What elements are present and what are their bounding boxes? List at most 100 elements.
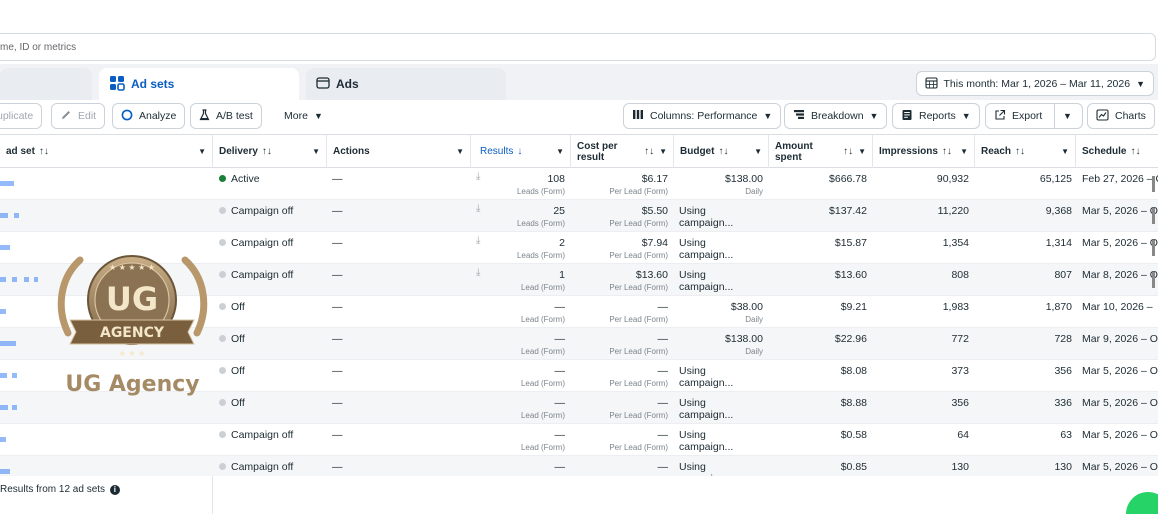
ad-set-name-redacted[interactable]	[0, 341, 16, 346]
chat-fab-button[interactable]	[1126, 492, 1158, 514]
column-header-schedule[interactable]: Schedule ↑↓	[1076, 135, 1158, 168]
ab-test-button[interactable]: A/B test	[190, 103, 262, 129]
column-header-delivery[interactable]: Delivery ↑↓ ▼	[213, 135, 327, 168]
schedule-cell: Mar 9, 2026 – O	[1082, 328, 1158, 360]
ad-set-name-redacted[interactable]	[34, 277, 38, 282]
table-row[interactable]: Campaign off — — Lead (Form) — Per Lead …	[0, 424, 1158, 456]
results-cell: — Lead (Form)	[480, 328, 565, 360]
column-header-results[interactable]: Results ↓ ▼	[471, 135, 571, 168]
search-input[interactable]	[0, 34, 1155, 60]
cost-value: —	[657, 333, 669, 345]
caret-down-icon[interactable]: ▼	[960, 147, 968, 156]
ad-set-name-redacted[interactable]	[0, 213, 8, 218]
ad-set-name-redacted[interactable]	[12, 373, 17, 378]
column-header-ad-set[interactable]: ad set ↑↓ ▼	[0, 135, 213, 168]
column-header-impressions[interactable]: Impressions ↑↓ ▼	[873, 135, 975, 168]
analyze-button[interactable]: Analyze	[112, 103, 186, 129]
ad-set-name-redacted[interactable]	[0, 469, 10, 474]
status-dot-icon	[219, 366, 226, 374]
ad-set-name-redacted[interactable]	[14, 213, 19, 218]
actions-value: —	[332, 205, 343, 217]
caret-down-icon[interactable]: ▼	[754, 147, 762, 156]
ad-set-name-redacted[interactable]	[0, 405, 8, 410]
amount-spent-value: $137.42	[829, 205, 867, 217]
edit-button[interactable]: Edit	[51, 103, 106, 129]
budget-value: Using campaign...	[679, 429, 734, 453]
results-unit: Lead (Form)	[520, 347, 565, 356]
edit-label: Edit	[78, 110, 97, 122]
results-unit: Lead (Form)	[520, 315, 565, 324]
table-row[interactable]: Active — ⤓ 108 Leads (Form) $6.17 Per Lea…	[0, 168, 1158, 200]
reports-button[interactable]: Reports ▼	[892, 103, 980, 129]
caret-down-icon[interactable]: ▼	[1061, 147, 1069, 156]
schedule-value: Mar 5, 2026 – Or	[1082, 461, 1158, 473]
budget-value: $138.00	[725, 173, 763, 185]
ad-set-name-redacted[interactable]	[12, 277, 17, 282]
caret-down-icon[interactable]: ▼	[312, 147, 320, 156]
schedule-cell: Mar 5, 2026 – O	[1082, 392, 1158, 424]
reach-value: 65,125	[1039, 173, 1072, 185]
results-cell: 25 Leads (Form)	[480, 200, 565, 232]
cost-value: —	[657, 429, 669, 441]
budget-value: Using campaign...	[679, 397, 734, 421]
results-cell: — Lead (Form)	[480, 424, 565, 456]
date-range-picker[interactable]: This month: Mar 1, 2026 – Mar 11, 2026 ▼	[915, 71, 1154, 96]
ad-set-name-redacted[interactable]	[0, 245, 10, 250]
columns-button[interactable]: Columns: Performance ▼	[623, 103, 782, 129]
breakdown-button[interactable]: Breakdown ▼	[784, 103, 888, 129]
tab-ad-sets[interactable]: Ad sets	[99, 68, 299, 100]
tab-label: Ads	[336, 77, 359, 91]
impressions-cell: 1,354	[878, 232, 969, 264]
amount-spent-cell: $8.88	[774, 392, 867, 424]
grid-icon	[109, 75, 125, 94]
schedule-value: Mar 5, 2026 – Or	[1082, 429, 1158, 441]
caret-down-icon[interactable]: ▼	[858, 146, 866, 157]
caret-down-icon[interactable]: ▼	[659, 146, 667, 157]
column-header-cost-per-result[interactable]: Cost per result ↑↓ ▼	[571, 135, 674, 168]
table-row[interactable]: Campaign off — ⤓ 25 Leads (Form) $5.50 Pe…	[0, 200, 1158, 232]
column-header-budget[interactable]: Budget ↑↓ ▼	[674, 135, 769, 168]
budget-cell: $138.00 Daily	[679, 328, 763, 360]
status-dot-icon	[219, 238, 226, 246]
cost-per-result-cell: — Per Lead (Form)	[575, 392, 668, 424]
ad-set-name-redacted[interactable]	[0, 309, 6, 314]
search-bar[interactable]	[0, 33, 1156, 61]
tab-ads[interactable]: Ads	[306, 68, 506, 100]
cost-per-result-cell: — Per Lead (Form)	[575, 328, 668, 360]
duplicate-button[interactable]: uplicate	[0, 103, 43, 129]
budget-value: $138.00	[725, 333, 763, 345]
row-scroll-edge	[1152, 208, 1155, 224]
results-cell: 2 Leads (Form)	[480, 232, 565, 264]
caret-down-icon[interactable]: ▼	[556, 147, 564, 156]
ad-set-name-redacted[interactable]	[24, 277, 29, 282]
ad-set-name-redacted[interactable]	[0, 181, 14, 186]
columns-icon	[632, 109, 644, 123]
column-header-actions[interactable]: Actions ▼	[327, 135, 471, 168]
ad-set-name-redacted[interactable]	[0, 277, 6, 282]
column-header-amount-spent[interactable]: Amount spent ↑↓ ▼	[769, 135, 873, 168]
column-label: Actions	[333, 146, 370, 157]
pencil-icon	[60, 109, 72, 124]
results-unit: Lead (Form)	[520, 283, 565, 292]
tab-campaigns[interactable]	[0, 68, 92, 100]
ad-set-name-redacted[interactable]	[0, 437, 6, 442]
caret-down-icon[interactable]: ▼	[198, 147, 206, 156]
table-row[interactable]: Campaign off — — — Using campaign... $0.…	[0, 456, 1158, 476]
cost-unit: Per Lead (Form)	[609, 219, 668, 228]
caret-down-icon[interactable]: ▼	[1063, 111, 1072, 121]
export-button[interactable]: Export ▼	[985, 103, 1083, 129]
ad-set-name-redacted[interactable]	[0, 373, 7, 378]
reach-cell: 1,870	[980, 296, 1072, 328]
amount-spent-value: $13.60	[834, 269, 867, 281]
status-dot-icon	[219, 334, 226, 342]
ad-set-name-redacted[interactable]	[12, 405, 17, 410]
actions-value: —	[332, 237, 343, 249]
caret-down-icon[interactable]: ▼	[456, 147, 464, 156]
column-header-reach[interactable]: Reach ↑↓ ▼	[975, 135, 1076, 168]
results-value: —	[554, 461, 566, 473]
charts-button[interactable]: Charts	[1087, 103, 1155, 129]
more-button[interactable]: More ▼	[276, 103, 331, 129]
chart-icon	[1096, 108, 1109, 124]
info-icon[interactable]: i	[109, 485, 120, 495]
delivery-cell: Campaign off	[219, 456, 327, 476]
